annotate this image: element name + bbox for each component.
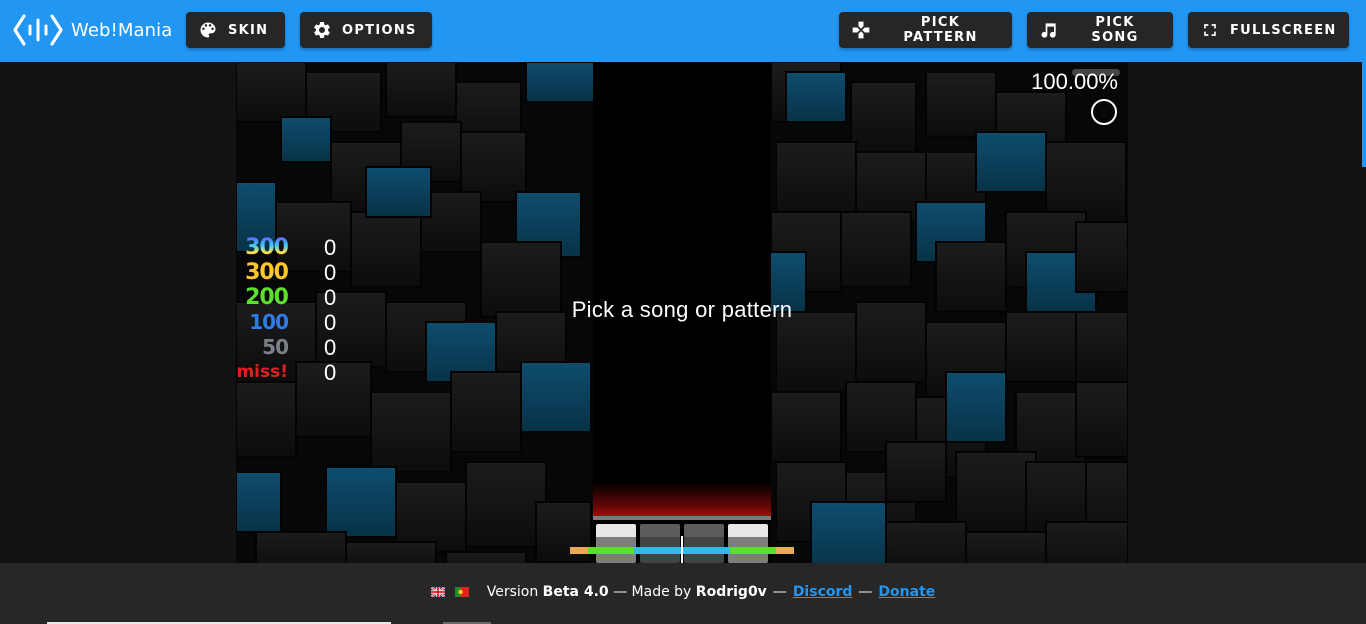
portugal-flag-icon[interactable] xyxy=(454,587,469,597)
judgement-row-200: 200 0 xyxy=(245,285,362,310)
status-message: Pick a song or pattern xyxy=(571,297,793,322)
dark-cube xyxy=(465,461,547,548)
judgement-count: 0 xyxy=(324,335,337,360)
pick-song-button[interactable]: PICK SONG xyxy=(1027,12,1173,48)
song-progress-circle xyxy=(1091,99,1117,125)
dark-cube xyxy=(775,141,857,218)
dark-cube xyxy=(445,551,527,563)
dark-cube xyxy=(885,441,947,503)
dark-cube xyxy=(1045,521,1128,563)
dark-cube xyxy=(1045,141,1127,223)
judgement-line xyxy=(593,516,771,520)
version-value: Beta 4.0 xyxy=(542,584,609,600)
hit-error-mid-right xyxy=(730,547,776,554)
judgement-label: 300 xyxy=(245,235,289,260)
judgement-row-50: 50 0 xyxy=(252,335,362,360)
judgement-count: 0 xyxy=(324,360,337,385)
dark-cube xyxy=(255,531,347,563)
receptor-lane-2 xyxy=(640,524,680,563)
blue-cube xyxy=(945,371,1007,443)
blue-cube xyxy=(365,166,432,218)
skin-button[interactable]: SKIN xyxy=(186,12,285,48)
hit-error-outer-right xyxy=(776,547,794,554)
judgement-counter: 300 0 300 0 200 0 100 0 50 0 miss! 0 xyxy=(236,235,362,385)
hit-error-mid-left xyxy=(588,547,634,554)
judgement-row-miss: miss! 0 xyxy=(236,360,362,385)
judgement-count: 0 xyxy=(324,310,337,335)
music-note-icon xyxy=(1041,23,1056,38)
blue-cube xyxy=(810,501,887,563)
dark-cube xyxy=(850,81,917,153)
hit-error-center-marker xyxy=(681,536,683,563)
blue-cube xyxy=(975,131,1047,193)
dark-cube xyxy=(450,371,522,453)
dark-cube xyxy=(345,541,437,563)
judgement-label: 50 xyxy=(262,335,289,359)
dark-cube xyxy=(885,521,967,563)
judgement-count: 0 xyxy=(324,260,337,285)
accuracy-readout: 100.00% xyxy=(1031,69,1118,94)
discord-link[interactable]: Discord xyxy=(793,584,853,600)
dark-cube xyxy=(965,531,1047,563)
judgement-row-300: 300 0 xyxy=(245,260,362,285)
options-label: OPTIONS xyxy=(342,22,417,38)
code-wave-logo-icon xyxy=(13,14,63,46)
separator: — xyxy=(858,584,873,600)
app-name: Web!Mania xyxy=(71,19,173,41)
receptor-lane-1 xyxy=(596,524,636,563)
receptor-lane-3 xyxy=(684,524,724,563)
blue-cube xyxy=(520,361,592,433)
dark-cube xyxy=(385,62,457,118)
pick-song-label: PICK SONG xyxy=(1091,15,1139,45)
options-button[interactable]: OPTIONS xyxy=(300,12,432,48)
skin-label: SKIN xyxy=(228,22,269,38)
pick-pattern-button[interactable]: PICK PATTERN xyxy=(839,12,1012,48)
judgement-row-max: 300 0 xyxy=(245,235,362,260)
game-canvas[interactable]: Pick a song or pattern 100.00% 300 0 300… xyxy=(236,62,1128,563)
top-bar: Web!Mania SKIN OPTIONS PICK PATTERN PICK… xyxy=(0,0,1366,62)
dark-cube xyxy=(1075,221,1128,293)
blue-cube xyxy=(236,471,282,533)
fullscreen-label: FULLSCREEN xyxy=(1230,22,1337,38)
uk-flag-icon[interactable] xyxy=(430,587,445,597)
dark-cube xyxy=(775,311,857,393)
judgement-glow xyxy=(593,482,771,516)
version-prefix: Version xyxy=(486,584,539,600)
gamepad-icon xyxy=(852,21,870,39)
made-by-prefix: — Made by xyxy=(613,584,692,600)
palette-icon xyxy=(200,22,216,38)
dark-cube xyxy=(925,71,997,138)
blue-cube xyxy=(325,466,397,538)
dark-cube xyxy=(1075,381,1128,458)
blue-cube xyxy=(280,116,332,163)
brand[interactable]: Web!Mania xyxy=(13,12,172,48)
donate-link[interactable]: Donate xyxy=(878,584,935,600)
blue-cube xyxy=(785,71,847,123)
dark-cube xyxy=(840,211,912,288)
blue-cube xyxy=(525,62,597,103)
dark-cube xyxy=(370,391,452,473)
dark-cube xyxy=(770,391,842,463)
judgement-row-100: 100 0 xyxy=(249,310,362,335)
fullscreen-button[interactable]: FULLSCREEN xyxy=(1188,12,1349,48)
footer: Version Beta 4.0 — Made by Rodrig0v — Disc… xyxy=(0,563,1366,624)
footer-credits: Version Beta 4.0 — Made by Rodrig0v — Disc… xyxy=(0,584,1366,600)
judgement-label: 200 xyxy=(245,285,289,310)
scrollbar-edge[interactable] xyxy=(1362,62,1366,167)
hit-error-outer-left xyxy=(570,547,588,554)
judgement-label: 100 xyxy=(249,310,289,334)
dark-cube xyxy=(236,62,307,123)
author-name: Rodrig0v xyxy=(695,584,767,600)
pick-pattern-label: PICK PATTERN xyxy=(903,15,978,45)
fullscreen-icon xyxy=(1204,24,1216,36)
receptor-lane-4 xyxy=(728,524,768,563)
judgement-count: 0 xyxy=(324,235,337,260)
gear-icon xyxy=(314,21,330,38)
dark-cube xyxy=(955,451,1037,533)
dark-cube xyxy=(236,381,297,458)
separator: — xyxy=(772,584,787,600)
judgement-label: miss! xyxy=(236,362,288,382)
judgement-label: 300 xyxy=(245,260,289,285)
judgement-count: 0 xyxy=(324,285,337,310)
